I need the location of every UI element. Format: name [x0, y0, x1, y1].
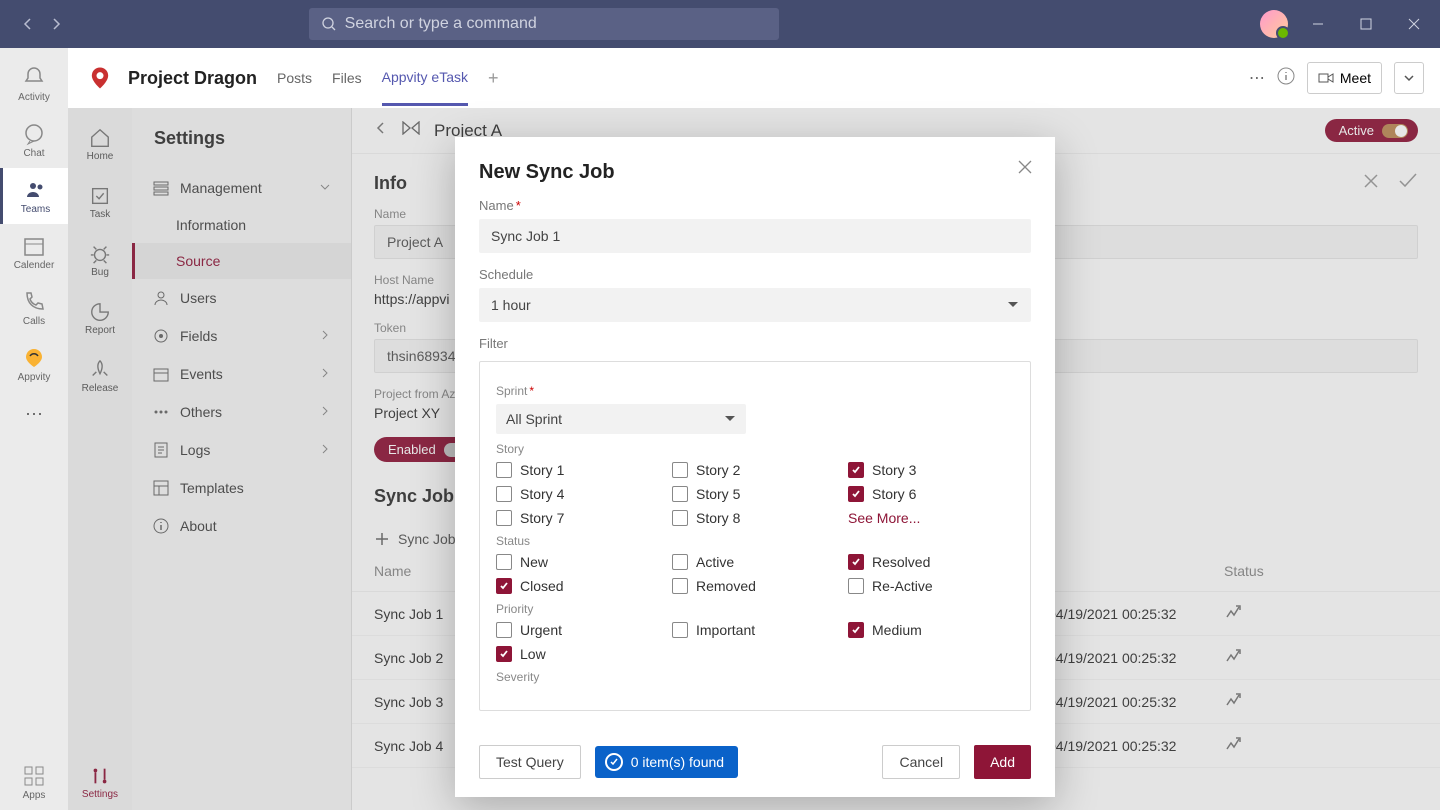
checkbox-important[interactable]: Important: [672, 622, 838, 638]
rail-chat[interactable]: Chat: [0, 112, 68, 168]
rail-calls[interactable]: Calls: [0, 280, 68, 336]
nav-back-icon[interactable]: [16, 12, 40, 36]
rail-more-icon[interactable]: ⋯: [25, 392, 43, 437]
info-icon[interactable]: [1277, 67, 1295, 90]
schedule-select[interactable]: 1 hour: [479, 288, 1031, 322]
team-header: Project Dragon Posts Files Appvity eTask…: [68, 48, 1440, 108]
checkbox-active[interactable]: Active: [672, 554, 838, 570]
rail-activity[interactable]: Activity: [0, 56, 68, 112]
check-circle-icon: [605, 753, 623, 771]
checkbox-closed[interactable]: Closed: [496, 578, 662, 594]
team-logo-icon: [84, 62, 116, 94]
more-icon[interactable]: ⋯: [1249, 68, 1265, 88]
search-icon: [321, 16, 337, 32]
rail-teams[interactable]: Teams: [0, 168, 68, 224]
syncjob-name-input[interactable]: [479, 219, 1031, 253]
modal-title: New Sync Job: [479, 161, 1031, 184]
checkbox-story-1[interactable]: Story 1: [496, 462, 662, 478]
query-result-badge: 0 item(s) found: [595, 746, 738, 778]
rail-apps[interactable]: Apps: [0, 754, 68, 810]
rail-calendar[interactable]: Calender: [0, 224, 68, 280]
title-bar: Search or type a command: [0, 0, 1440, 48]
window-minimize-icon[interactable]: [1300, 6, 1336, 42]
checkbox-re-active[interactable]: Re-Active: [848, 578, 1014, 594]
checkbox-new[interactable]: New: [496, 554, 662, 570]
rail-appvity[interactable]: Appvity: [0, 336, 68, 392]
window-maximize-icon[interactable]: [1348, 6, 1384, 42]
checkbox-urgent[interactable]: Urgent: [496, 622, 662, 638]
nav-forward-icon[interactable]: [44, 12, 68, 36]
meet-button[interactable]: Meet: [1307, 62, 1382, 94]
tab-posts[interactable]: Posts: [277, 52, 312, 104]
checkbox-resolved[interactable]: Resolved: [848, 554, 1014, 570]
checkbox-story-7[interactable]: Story 7: [496, 510, 662, 526]
checkbox-removed[interactable]: Removed: [672, 578, 838, 594]
avatar[interactable]: [1260, 10, 1288, 38]
add-button[interactable]: Add: [974, 745, 1031, 779]
checkbox-story-6[interactable]: Story 6: [848, 486, 1014, 502]
checkbox-story-4[interactable]: Story 4: [496, 486, 662, 502]
checkbox-story-2[interactable]: Story 2: [672, 462, 838, 478]
see-more-link[interactable]: See More...: [848, 510, 1014, 526]
tab-etask[interactable]: Appvity eTask: [382, 51, 468, 106]
checkbox-story-3[interactable]: Story 3: [848, 462, 1014, 478]
search-input[interactable]: Search or type a command: [309, 8, 779, 40]
cancel-button[interactable]: Cancel: [882, 745, 960, 779]
meet-chevron[interactable]: [1394, 62, 1424, 94]
test-query-button[interactable]: Test Query: [479, 745, 581, 779]
tab-files[interactable]: Files: [332, 52, 362, 104]
new-sync-job-modal: New Sync Job Name* Schedule 1 hour Filte…: [455, 137, 1055, 797]
chevron-down-icon: [1007, 299, 1019, 311]
checkbox-story-5[interactable]: Story 5: [672, 486, 838, 502]
checkbox-story-8[interactable]: Story 8: [672, 510, 838, 526]
search-placeholder: Search or type a command: [345, 15, 537, 33]
sprint-select[interactable]: All Sprint: [496, 404, 746, 434]
app-rail: Activity Chat Teams Calender Calls Appvi…: [0, 48, 68, 810]
window-close-icon[interactable]: [1396, 6, 1432, 42]
add-tab-icon[interactable]: +: [488, 68, 499, 89]
filter-panel: Sprint* All Sprint Story Story 1Story 2S…: [479, 361, 1031, 711]
team-title: Project Dragon: [128, 68, 257, 89]
modal-close-icon[interactable]: [1017, 159, 1033, 180]
checkbox-low[interactable]: Low: [496, 646, 662, 662]
checkbox-medium[interactable]: Medium: [848, 622, 1014, 638]
